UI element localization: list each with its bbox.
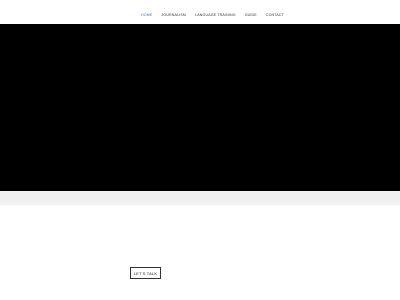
nav-item-home[interactable]: HOME [141, 13, 152, 17]
nav-item-language-training[interactable]: LANGUAGE TRAINING [195, 13, 236, 17]
page: HOME JOURNALISM LANGUAGE TRAINING GUIDE … [0, 0, 400, 300]
nav-item-contact[interactable]: CONTACT [266, 13, 284, 17]
hero-banner [0, 24, 400, 191]
content-section [0, 205, 400, 300]
top-navigation: HOME JOURNALISM LANGUAGE TRAINING GUIDE … [0, 0, 400, 24]
nav-menu: HOME JOURNALISM LANGUAGE TRAINING GUIDE … [141, 13, 284, 17]
section-divider-band [0, 191, 400, 205]
nav-item-journalism[interactable]: JOURNALISM [161, 13, 186, 17]
lets-talk-button[interactable]: LET'S TALK [130, 267, 161, 279]
lets-talk-label: LET'S TALK [133, 270, 158, 276]
nav-item-guide[interactable]: GUIDE [245, 13, 257, 17]
